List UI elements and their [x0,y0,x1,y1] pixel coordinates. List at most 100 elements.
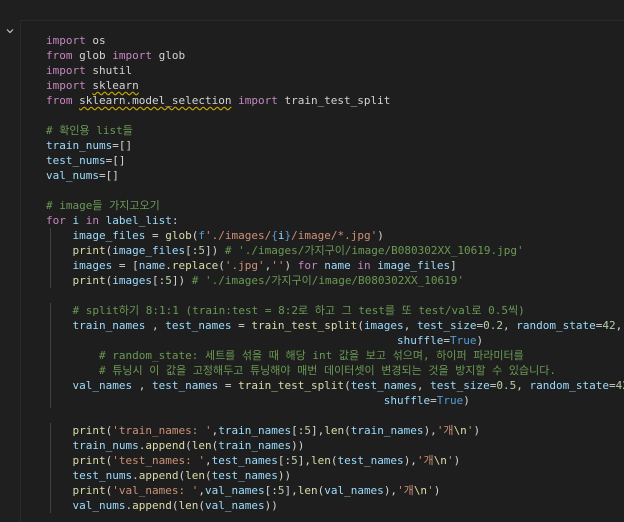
code-token: = [609,379,616,392]
indent-guide [50,243,51,258]
code-token: print [72,454,106,467]
code-token: , [516,379,530,392]
code-token: = [231,319,252,332]
code-line: print('test_names: ',test_names[:5],len(… [46,453,624,468]
code-line: test_nums.append(len(test_names)) [46,468,624,483]
code-token: ), [403,454,417,467]
code-token: /image/*.jpg' [291,229,378,242]
code-token: ], [297,454,311,467]
code-token: name [138,259,166,272]
code-token: import [238,94,278,107]
code-token: shuffle [383,394,431,407]
code-token: test_nums [72,469,133,482]
code-token: print [72,244,106,257]
cell-gutter [0,20,20,521]
code-token: 42 [615,379,624,392]
code-token: test_size [416,319,477,332]
code-token: random_state [529,379,610,392]
code-token: ) [476,334,484,347]
code-token: for [46,214,66,227]
code-token: ( [344,379,351,392]
code-token: train_nums [46,139,113,152]
code-token: \n [453,424,467,437]
code-line: test_nums=[] [46,153,624,168]
code-token: import [112,49,152,62]
code-line: from glob import glob [46,48,624,63]
code-token: import [46,79,86,92]
code-line: print('val_names: ',val_names[:5],len(va… [46,483,624,498]
code-token: len [324,424,345,437]
code-editor[interactable]: import os from glob import glob import shu… [46,33,624,513]
code-token: True [436,394,464,407]
code-token: , [416,379,431,392]
code-token: : [171,214,179,227]
code-token: # random_state: 세트를 섞을 때 해당 int 값을 보고 섞으… [98,349,524,362]
indent-guide [50,378,51,393]
code-token: , [503,319,517,332]
code-token: 5 [291,454,298,467]
code-token: # 튜닝시 이 값을 고정해두고 튜닝해야 매번 데이터셋이 변경되는 것을 방… [98,364,557,377]
code-token: =[] [98,169,119,182]
code-line: val_names , test_names = train_test_spli… [46,378,624,393]
code-token: ) [433,484,441,497]
code-token: shuffle [397,334,444,347]
indent-guide [50,483,51,498]
code-token: = [443,334,450,347]
indent-guide [50,303,51,318]
code-token: True [449,334,477,347]
code-token: test_names [337,454,404,467]
code-token: sklearn [92,79,139,92]
code-token: f [198,229,205,242]
code-token: append [132,499,172,512]
indent-guide [50,348,51,363]
code-token: = [430,394,437,407]
code-token: replace [171,259,219,272]
code-token: image_files [112,244,186,257]
code-token: glob [72,49,113,62]
code-token: 'train_names: ' [112,424,212,437]
code-token: ( [204,469,212,482]
code-token: print [72,274,106,287]
code-line: print(images[:5]) # './images/가지구이/image… [46,273,624,288]
code-token: '개 [397,484,414,497]
code-token: # './images/가지구이/image/B080302XX_10619.j… [224,244,524,257]
code-token: len [178,499,199,512]
code-token: ) [473,424,481,437]
code-token: = [ [112,259,139,272]
code-line: import os [46,33,624,48]
code-token: ( [344,424,351,437]
code-token: ] [450,259,457,272]
code-token: 5 [165,274,172,287]
code-token: train_test_split [251,319,358,332]
code-token: val_nums [72,499,126,512]
indent-guide [50,453,51,468]
code-line: images = [name.replace('.jpg','') for na… [46,258,624,273]
code-line: # split하기 8:1:1 (train:test = 8:2로 하고 그 … [46,303,624,318]
code-token: \n [413,484,428,497]
code-line: val_nums=[] [46,168,624,183]
indent-guide [50,318,51,333]
code-line: import shutil [46,63,624,78]
code-token: in [357,259,371,272]
code-token: ( [185,439,192,452]
code-token: 'val_names: ' [112,484,199,497]
code-token: ], [284,484,298,497]
code-token: test_nums [46,154,106,167]
code-line: # random_state: 세트를 섞을 때 해당 int 값을 보고 섞으… [46,348,624,363]
code-line: from sklearn.model_selection import trai… [46,93,624,108]
indent-guide [50,258,51,273]
code-line: # 확인용 list들 [46,123,624,138]
code-token: [: [152,274,166,287]
code-token: import [46,64,86,77]
chevron-down-icon[interactable] [5,26,15,36]
code-token: # image들 가지고오기 [46,199,160,212]
code-token: print [72,424,106,437]
code-token: print [72,484,106,497]
code-line: print(image_files[:5]) # './images/가지구이/… [46,243,624,258]
code-token: test_names [350,379,417,392]
code-line: # image들 가지고오기 [46,198,624,213]
